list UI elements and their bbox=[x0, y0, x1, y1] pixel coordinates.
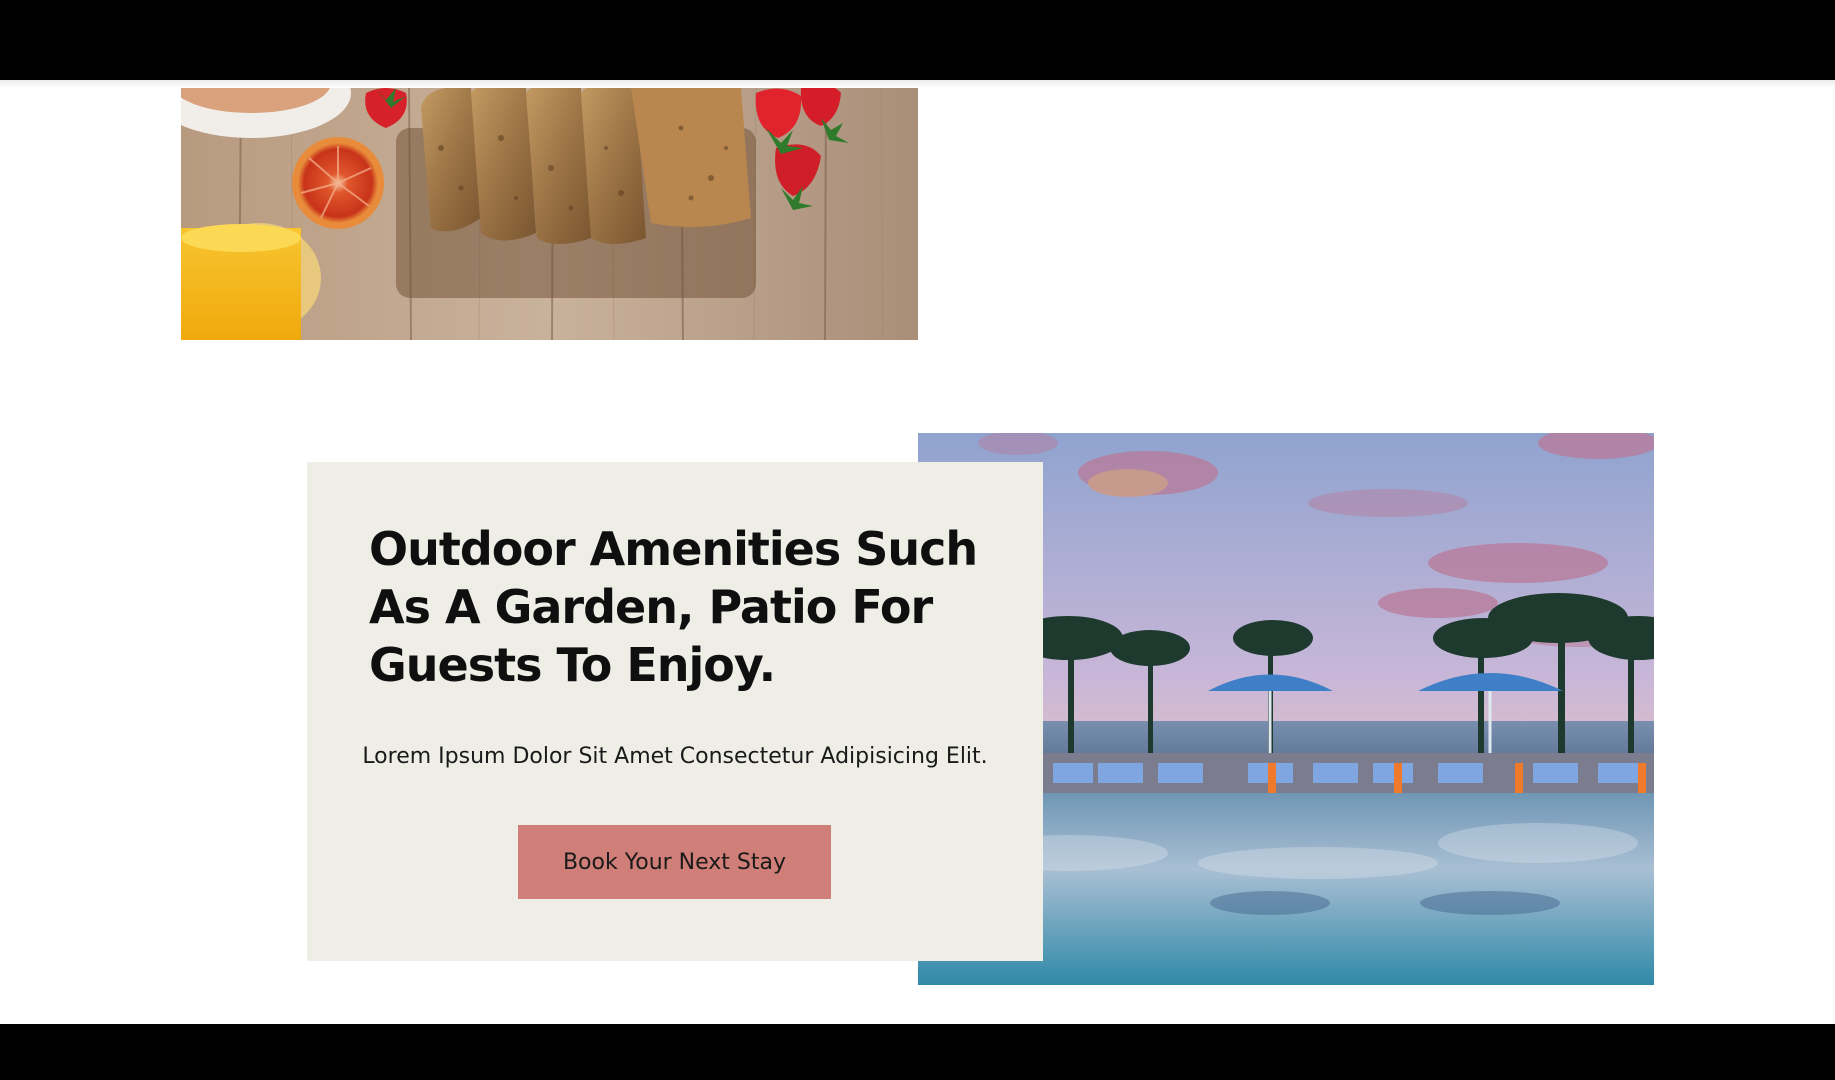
amenities-card: Outdoor Amenities Such As A Garden, Pati… bbox=[307, 462, 1043, 961]
amenities-title: Outdoor Amenities Such As A Garden, Pati… bbox=[369, 522, 978, 692]
footer-bar bbox=[0, 1024, 1835, 1080]
nav-shadow bbox=[0, 80, 1835, 88]
breakfast-photo bbox=[181, 88, 918, 340]
top-nav-bar bbox=[0, 0, 1835, 80]
book-next-stay-button[interactable]: Book Your Next Stay bbox=[518, 825, 831, 899]
amenities-description: Lorem Ipsum Dolor Sit Amet Consectetur A… bbox=[362, 744, 988, 769]
